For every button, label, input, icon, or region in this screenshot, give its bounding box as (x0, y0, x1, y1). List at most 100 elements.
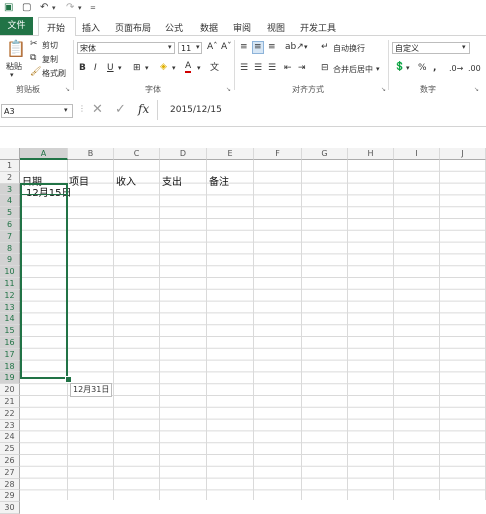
increase-font-icon[interactable]: Aˆ (207, 42, 218, 53)
format-painter-icon[interactable]: 🖌 (30, 67, 41, 78)
undo-dropdown-icon[interactable]: ▾ (52, 2, 56, 14)
align-bottom-icon[interactable]: ≡ (268, 42, 276, 53)
number-format-combo[interactable]: 自定义 (392, 42, 470, 54)
row-header[interactable]: 4 (0, 195, 20, 208)
font-size-dropdown-icon[interactable]: ▾ (196, 42, 200, 53)
row-header[interactable]: 22 (0, 407, 20, 420)
comma-style-button[interactable]: , (433, 63, 436, 74)
increase-decimal-icon[interactable]: .0→ (449, 63, 463, 74)
row-header[interactable]: 24 (0, 431, 20, 444)
orientation-dropdown-icon[interactable]: ▾ (304, 42, 308, 53)
column-header[interactable]: C (114, 148, 160, 160)
row-header[interactable]: 5 (0, 207, 20, 219)
align-middle-icon[interactable]: ≡ (252, 41, 264, 54)
row-header[interactable]: 25 (0, 443, 20, 455)
confirm-entry-icon[interactable]: ✓ (115, 102, 126, 117)
column-header[interactable]: I (394, 148, 440, 160)
select-all-corner[interactable] (0, 148, 20, 160)
row-header[interactable]: 29 (0, 490, 20, 503)
formula-bar-resize-icon[interactable]: ⋮ (78, 103, 86, 114)
cell-c2[interactable]: 收入 (116, 173, 136, 188)
font-color-dropdown-icon[interactable]: ▾ (197, 63, 201, 74)
row-header[interactable]: 15 (0, 325, 20, 337)
row-header[interactable]: 16 (0, 337, 20, 349)
paste-dropdown-icon[interactable]: ▾ (10, 70, 14, 81)
font-name-combo[interactable]: 宋体 (77, 42, 175, 54)
cut-button[interactable]: 剪切 (42, 40, 58, 51)
row-header[interactable]: 1 (0, 160, 20, 172)
cut-icon[interactable]: ✂ (30, 39, 38, 50)
column-header[interactable]: G (302, 148, 348, 160)
cell-b2[interactable]: 项目 (69, 173, 89, 188)
redo-icon[interactable]: ↷ (66, 2, 74, 14)
orientation-icon[interactable]: ab↗ (285, 42, 304, 53)
align-top-icon[interactable]: ≡ (240, 42, 248, 53)
row-header[interactable]: 9 (0, 254, 20, 267)
accounting-dropdown-icon[interactable]: ▾ (406, 63, 410, 74)
column-header[interactable]: E (207, 148, 254, 160)
phonetic-icon[interactable]: 文 (210, 63, 219, 74)
row-header[interactable]: 6 (0, 219, 20, 231)
borders-dropdown-icon[interactable]: ▾ (145, 63, 149, 74)
increase-indent-icon[interactable]: ⇥ (298, 63, 306, 74)
insert-function-button[interactable]: fx (138, 102, 149, 117)
row-header[interactable]: 11 (0, 278, 20, 290)
decrease-font-icon[interactable]: Aˇ (221, 42, 232, 53)
merge-center-button[interactable]: 合并后居中 (333, 64, 373, 75)
align-left-icon[interactable]: ☰ (240, 63, 248, 74)
decrease-decimal-icon[interactable]: .00 (468, 63, 481, 74)
paste-button[interactable]: 粘贴 (6, 61, 22, 72)
copy-button[interactable]: 复制 (42, 54, 58, 65)
wrap-text-icon[interactable]: ↵ (321, 42, 329, 53)
paste-icon[interactable]: 📋 (6, 40, 26, 58)
row-header[interactable]: 3 (0, 183, 20, 196)
row-header[interactable]: 14 (0, 313, 20, 326)
name-box-dropdown-icon[interactable]: ▾ (64, 105, 68, 116)
redo-dropdown-icon[interactable]: ▾ (78, 2, 82, 14)
column-header[interactable]: B (68, 148, 114, 160)
underline-dropdown-icon[interactable]: ▾ (118, 63, 122, 74)
number-format-dropdown-icon[interactable]: ▾ (462, 42, 466, 53)
cell-e2[interactable]: 备注 (209, 173, 229, 188)
align-center-icon[interactable]: ☰ (254, 63, 262, 74)
bold-button[interactable]: B (79, 63, 86, 74)
name-box[interactable]: A3 (1, 104, 73, 118)
tab-review[interactable]: 审阅 (233, 21, 251, 34)
wrap-text-button[interactable]: 自动换行 (333, 43, 365, 54)
align-right-icon[interactable]: ☰ (268, 63, 276, 74)
row-header[interactable]: 19 (0, 372, 20, 385)
font-name-dropdown-icon[interactable]: ▾ (168, 42, 172, 53)
italic-button[interactable]: I (94, 63, 97, 74)
column-header[interactable]: F (254, 148, 302, 160)
row-header[interactable]: 2 (0, 171, 20, 184)
worksheet-grid[interactable] (0, 148, 486, 500)
row-header[interactable]: 12 (0, 289, 20, 302)
column-header[interactable]: H (348, 148, 394, 160)
percent-button[interactable]: % (418, 63, 427, 74)
borders-icon[interactable]: ⊞ (133, 63, 141, 74)
row-header[interactable]: 26 (0, 455, 20, 467)
column-header[interactable]: D (160, 148, 207, 160)
row-header[interactable]: 13 (0, 301, 20, 314)
row-header[interactable]: 27 (0, 466, 20, 479)
row-header[interactable]: 8 (0, 242, 20, 255)
undo-icon[interactable]: ↶ (40, 2, 48, 14)
row-header[interactable]: 21 (0, 396, 20, 408)
row-header[interactable]: 10 (0, 266, 20, 278)
tab-insert[interactable]: 插入 (82, 21, 100, 34)
row-header[interactable]: 30 (0, 502, 20, 514)
formula-input[interactable]: 2015/12/15 (170, 105, 222, 116)
tab-file[interactable]: 文件 (0, 17, 33, 35)
cell-d2[interactable]: 支出 (162, 173, 182, 188)
save-icon[interactable]: ▢ (22, 2, 31, 14)
accounting-format-icon[interactable]: 💲 (394, 62, 405, 73)
format-painter-button[interactable]: 格式刷 (42, 68, 66, 79)
merge-center-icon[interactable]: ⊟ (321, 63, 329, 74)
fill-color-icon[interactable]: ◈ (160, 62, 167, 73)
tab-page-layout[interactable]: 页面布局 (115, 21, 151, 34)
column-header[interactable]: J (440, 148, 486, 160)
row-header[interactable]: 18 (0, 360, 20, 373)
fill-color-dropdown-icon[interactable]: ▾ (172, 63, 176, 74)
cancel-entry-icon[interactable]: ✕ (92, 102, 103, 117)
decrease-indent-icon[interactable]: ⇤ (284, 63, 292, 74)
